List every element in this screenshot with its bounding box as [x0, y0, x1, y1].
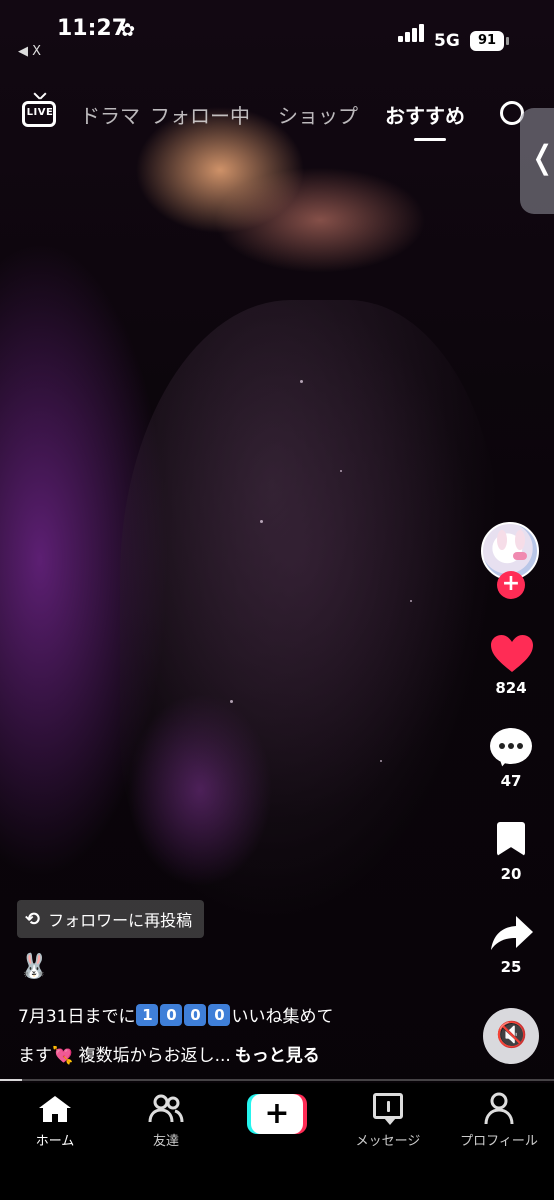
tab-drama[interactable]: ドラマ — [80, 100, 140, 129]
caption-text: ます — [18, 1046, 52, 1066]
avatar-art — [513, 552, 527, 560]
speaker-muted-icon: 🔇 — [496, 1020, 528, 1049]
sparkle-decoration — [340, 470, 342, 472]
video-background — [120, 300, 500, 920]
back-to-app-link[interactable]: ◀ X — [18, 44, 41, 59]
comment-icon[interactable] — [490, 728, 532, 764]
nav-home[interactable]: ホーム — [0, 1083, 110, 1153]
keycap-digit: 0 — [160, 1003, 183, 1026]
avatar-art — [497, 530, 507, 550]
caption-text: 複数垢からお返し... — [73, 1046, 231, 1066]
sparkle-decoration — [230, 700, 233, 703]
live-label: LIVE — [26, 107, 54, 118]
tab-shop[interactable]: ショップ — [278, 100, 358, 129]
nav-profile[interactable]: プロフィール — [444, 1083, 554, 1153]
nav-friends[interactable]: 友達 — [111, 1083, 221, 1153]
side-panel-handle[interactable]: ❬ — [520, 108, 554, 214]
see-more-link[interactable]: もっと見る — [235, 1046, 320, 1066]
video-progress-fill — [0, 1079, 23, 1081]
battery-nub — [506, 37, 509, 45]
mute-button[interactable]: 🔇 — [483, 1008, 539, 1064]
video-progress-bar[interactable] — [0, 1079, 554, 1081]
live-button[interactable]: LIVE — [20, 97, 60, 137]
nav-friends-label: 友達 — [152, 1134, 179, 1149]
create-button[interactable]: + — [247, 1094, 307, 1134]
save-count: 20 — [500, 865, 522, 883]
share-icon[interactable] — [490, 914, 534, 952]
message-icon — [373, 1093, 403, 1125]
avatar-art — [515, 530, 525, 550]
username[interactable]: 🐰 — [19, 952, 49, 980]
profile-icon — [484, 1092, 514, 1125]
nav-inbox-label: メッセージ — [355, 1134, 421, 1149]
friends-icon — [148, 1094, 184, 1123]
like-count: 824 — [495, 679, 527, 697]
clock: 11:27 — [57, 16, 128, 41]
active-tab-indicator — [414, 138, 446, 141]
heart-icon[interactable] — [490, 632, 534, 676]
nav-inbox[interactable]: メッセージ — [333, 1083, 443, 1153]
network-type: 5G — [434, 31, 460, 51]
tab-for-you[interactable]: おすすめ — [385, 100, 465, 129]
caption-text: 7月31日までに — [18, 1007, 136, 1027]
share-count: 25 — [500, 958, 522, 976]
keycap-digit: 0 — [184, 1003, 207, 1026]
chevron-left-icon: ❬ — [529, 138, 554, 176]
follow-button[interactable]: + — [497, 571, 525, 599]
sparkle-decoration — [380, 760, 382, 762]
sparkle-decoration — [260, 520, 263, 523]
activity-icon: ✿ — [120, 20, 136, 41]
keycap-digit: 1 — [136, 1003, 159, 1026]
status-bar: 11:27 ✿ ◀ X 5G 91 — [0, 0, 554, 64]
battery-icon: 91 — [470, 31, 504, 51]
repost-badge[interactable]: ⟲ フォロワーに再投稿 — [17, 900, 205, 938]
caption-text: いいね集めて — [231, 1007, 334, 1027]
caption-line-1[interactable]: 7月31日までに 1 0 0 0 いいね集めて — [18, 1002, 333, 1027]
sparkle-decoration — [300, 380, 303, 383]
nav-home-label: ホーム — [35, 1134, 75, 1149]
bookmark-icon[interactable] — [497, 822, 525, 856]
nav-profile-label: プロフィール — [460, 1134, 538, 1149]
tab-following[interactable]: フォロー中 — [150, 100, 250, 129]
repost-label: フォロワーに再投稿 — [48, 911, 193, 930]
plus-icon: + — [251, 1094, 303, 1134]
sparkle-decoration — [410, 600, 412, 602]
bottom-nav: ホーム 友達 + メッセージ プロフィール — [0, 1083, 554, 1200]
keycap-digit: 0 — [208, 1003, 231, 1026]
video-feed-screen[interactable]: 11:27 ✿ ◀ X 5G 91 LIVE ドラマ フォロー中 ショップ おす… — [0, 0, 554, 1200]
heart-arrow-emoji: 💘 — [52, 1046, 74, 1066]
caption-line-2[interactable]: ます💘 複数垢からお返し... もっと見る — [18, 1041, 320, 1066]
signal-icon — [398, 24, 428, 42]
repost-icon: ⟲ — [25, 908, 41, 930]
home-icon — [39, 1096, 71, 1122]
comment-count: 47 — [500, 772, 522, 790]
